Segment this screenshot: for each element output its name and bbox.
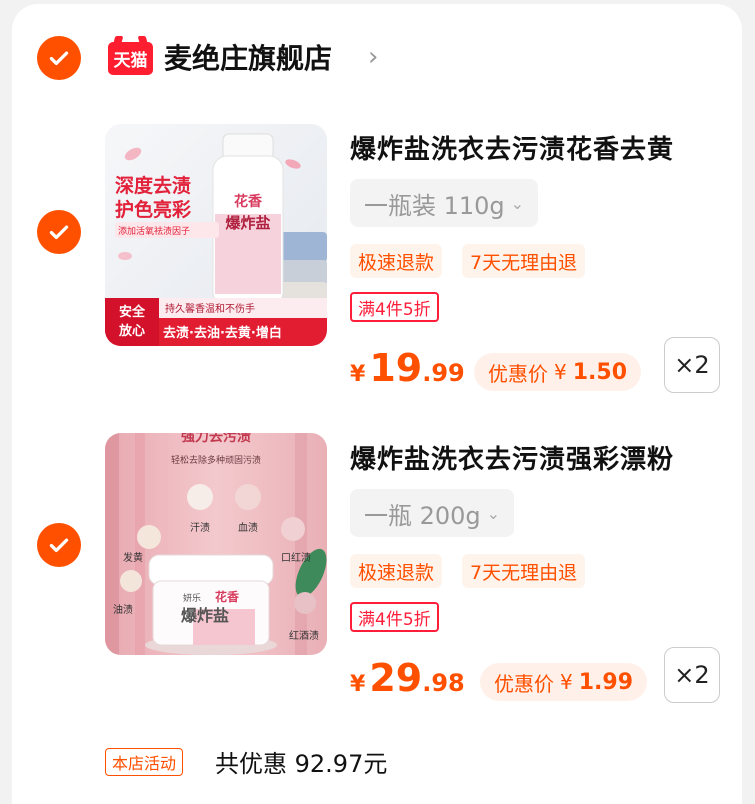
- price: ¥ 19 .99: [350, 346, 465, 390]
- product-image[interactable]: 强力去污渍 轻松去除多种顽固污渍 汗渍 血渍 发黄 口红渍 油渍 红酒渍 妍乐 …: [105, 433, 327, 655]
- deal-currency: ¥: [554, 360, 567, 384]
- deal-currency: ¥: [560, 670, 573, 694]
- svg-text:汗渍: 汗渍: [190, 521, 210, 534]
- chevron-down-icon: ⌄: [510, 193, 525, 213]
- price-integer: 19: [369, 346, 423, 390]
- promo-badge: 满4件5折: [350, 292, 439, 322]
- svg-text:安全: 安全: [119, 304, 146, 320]
- tmall-badge: 天猫: [108, 42, 153, 75]
- svg-text:花香: 花香: [215, 589, 239, 604]
- service-tag: 极速退款: [350, 554, 443, 588]
- currency-symbol: ¥: [350, 362, 366, 387]
- deal-amount: 1.99: [578, 669, 634, 695]
- shop-header[interactable]: 天猫 麦绝庄旗舰店 ›: [12, 4, 742, 99]
- service-tag: 7天无理由退: [462, 244, 586, 278]
- service-tag: 极速退款: [350, 244, 443, 278]
- store-activity-tag: 本店活动: [105, 748, 184, 776]
- shop-cart-card: 天猫 麦绝庄旗舰店 › 花香 爆炸盐 深度去渍 护色亮彩 添加活氧祛渍因子 持久…: [12, 4, 742, 804]
- total-savings: 共优惠 92.97元: [215, 750, 388, 778]
- checkmark-icon: [49, 225, 69, 240]
- checkmark-icon: [49, 51, 69, 66]
- svg-text:持久馨香温和不伤手: 持久馨香温和不伤手: [165, 302, 255, 315]
- shop-name[interactable]: 麦绝庄旗舰店: [164, 37, 332, 77]
- svg-text:血渍: 血渍: [238, 521, 258, 534]
- svg-text:轻松去除多种顽固污渍: 轻松去除多种顽固污渍: [171, 454, 261, 466]
- sku-selector[interactable]: 一瓶装 110g ⌄: [350, 179, 539, 227]
- svg-text:强力去污渍: 强力去污渍: [181, 433, 251, 445]
- deal-amount: 1.50: [572, 359, 628, 385]
- price: ¥ 29 .98: [350, 656, 465, 700]
- svg-text:油渍: 油渍: [113, 603, 133, 616]
- svg-text:放心: 放心: [118, 323, 145, 339]
- product-image[interactable]: 花香 爆炸盐 深度去渍 护色亮彩 添加活氧祛渍因子 持久馨香温和不伤手 去渍·去…: [105, 124, 327, 346]
- product-title[interactable]: 爆炸盐洗衣去污渍强彩漂粉: [350, 439, 674, 476]
- item-select-checkbox[interactable]: [37, 210, 81, 254]
- price-decimal: .98: [422, 669, 465, 697]
- promo-badge: 满4件5折: [350, 602, 439, 632]
- svg-text:添加活氧祛渍因子: 添加活氧祛渍因子: [118, 225, 190, 237]
- chevron-right-icon[interactable]: ›: [368, 42, 378, 72]
- currency-symbol: ¥: [350, 672, 366, 697]
- cart-item: 强力去污渍 轻松去除多种顽固污渍 汗渍 血渍 发黄 口红渍 油渍 红酒渍 妍乐 …: [12, 409, 742, 719]
- discount-price-badge: 优惠价 ¥ 1.99: [480, 663, 648, 701]
- svg-text:护色亮彩: 护色亮彩: [115, 198, 191, 221]
- cart-item: 花香 爆炸盐 深度去渍 护色亮彩 添加活氧祛渍因子 持久馨香温和不伤手 去渍·去…: [12, 99, 742, 409]
- deal-label: 优惠价: [494, 671, 554, 696]
- service-tag: 7天无理由退: [462, 554, 586, 588]
- svg-text:去渍·去油·去黄·增白: 去渍·去油·去黄·增白: [163, 325, 282, 341]
- price-decimal: .99: [422, 359, 465, 387]
- svg-text:爆炸盐: 爆炸盐: [181, 606, 229, 625]
- item-select-checkbox[interactable]: [37, 523, 81, 567]
- checkmark-icon: [49, 538, 69, 553]
- quantity-button[interactable]: ×2: [664, 337, 720, 393]
- svg-text:妍乐: 妍乐: [183, 592, 201, 604]
- sku-selector[interactable]: 一瓶 200g ⌄: [350, 489, 515, 537]
- discount-price-badge: 优惠价 ¥ 1.50: [474, 353, 642, 391]
- shop-activity-bar: 本店活动 共优惠 92.97元: [12, 722, 742, 804]
- svg-text:花香: 花香: [234, 193, 263, 210]
- chevron-down-icon: ⌄: [486, 503, 501, 523]
- quantity-button[interactable]: ×2: [664, 647, 720, 703]
- svg-text:发黄: 发黄: [123, 551, 143, 564]
- price-integer: 29: [369, 656, 423, 700]
- sku-label: 一瓶装 110g: [364, 191, 505, 220]
- deal-label: 优惠价: [488, 361, 548, 386]
- svg-text:口红渍: 口红渍: [281, 551, 311, 564]
- svg-text:红酒渍: 红酒渍: [289, 629, 319, 642]
- sku-label: 一瓶 200g: [364, 501, 481, 530]
- product-title[interactable]: 爆炸盐洗衣去污渍花香去黄: [350, 129, 674, 166]
- svg-text:深度去渍: 深度去渍: [115, 174, 191, 197]
- svg-text:爆炸盐: 爆炸盐: [225, 214, 270, 232]
- shop-select-checkbox[interactable]: [37, 36, 81, 80]
